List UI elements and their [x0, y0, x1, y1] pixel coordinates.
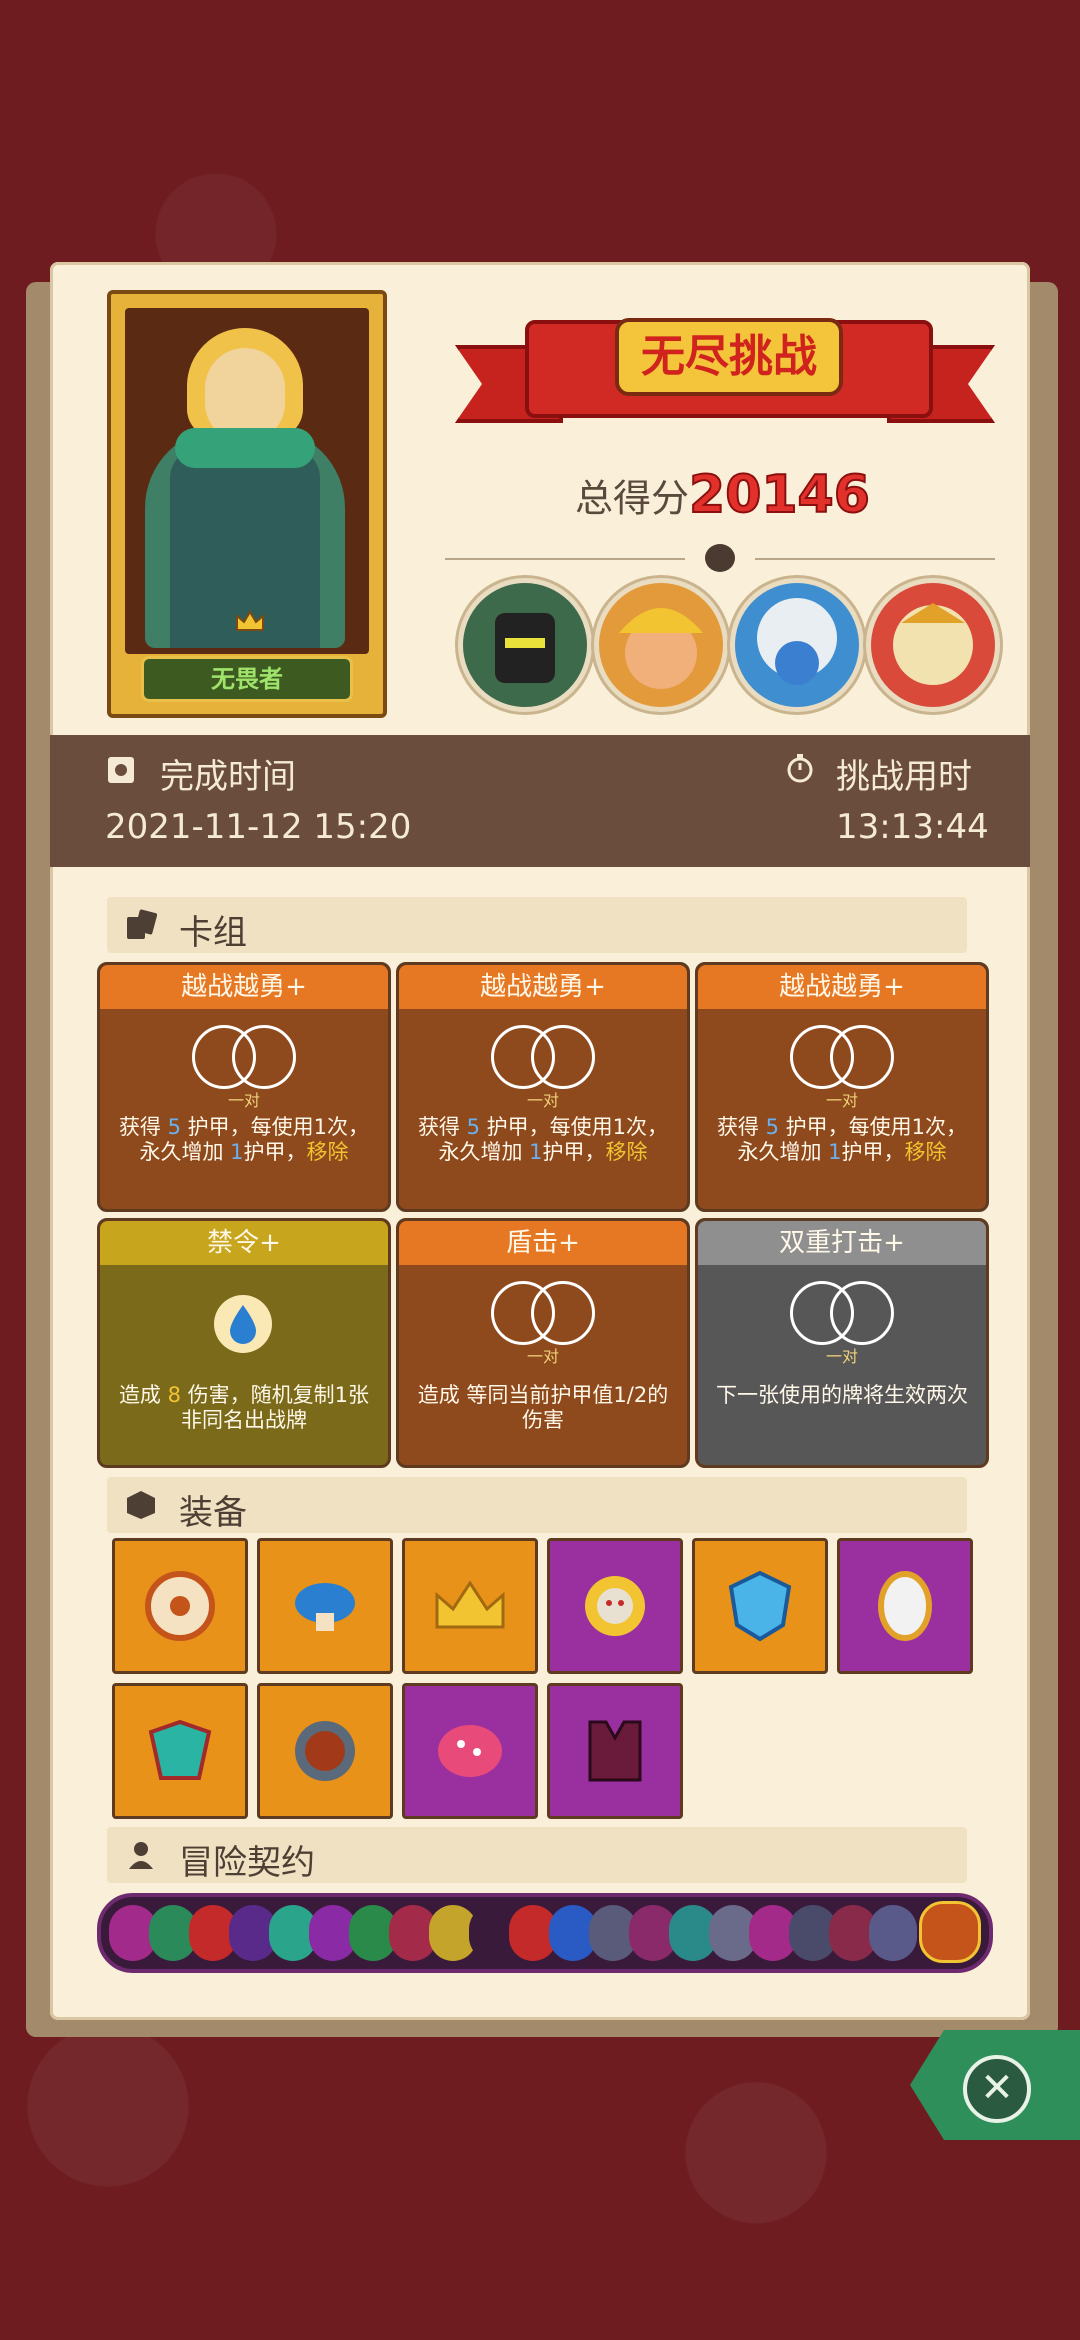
card-title: 双重打击+ [698, 1221, 986, 1265]
crystal-shield-icon [728, 1570, 792, 1642]
equip-slot-4[interactable] [547, 1538, 683, 1674]
card-title: 越战越勇+ [100, 965, 388, 1009]
hero-art [125, 308, 369, 654]
duration-value: 13:13:44 [836, 807, 989, 847]
card-desc: 下一张使用的牌将生效两次 [716, 1383, 968, 1407]
time-band: 完成时间 2021-11-12 15:20 挑战用时 13:13:44 [50, 735, 1030, 867]
boss-avatar-4[interactable] [866, 578, 1000, 712]
box-icon [127, 1491, 155, 1519]
knight-icon [495, 613, 555, 683]
card-desc: 获得 5 护甲，每使用1次，永久增加 1护甲，移除 [716, 1115, 968, 1164]
score-value: 20146 [688, 464, 871, 526]
deck-card-4[interactable]: 禁令+ 造成 8 伤害，随机复制1张非同名出战牌 [97, 1218, 391, 1468]
divider-right [755, 558, 995, 560]
equipment-section-header: 装备 [107, 1477, 967, 1533]
equip-slot-8[interactable] [257, 1683, 393, 1819]
contract-icon [869, 1905, 917, 1961]
pair-rings-icon [192, 1025, 296, 1089]
card-desc: 获得 5 护甲，每使用1次，永久增加 1护甲，移除 [118, 1115, 370, 1164]
crown-icon [236, 610, 264, 631]
score-label: 总得分 [575, 476, 690, 521]
card-pair: 一对 [825, 1347, 858, 1366]
mirror-icon [878, 1571, 932, 1641]
score-row: 总得分20146 [575, 464, 871, 535]
pair-rings-icon [491, 1281, 595, 1345]
card-desc: 获得 5 护甲，每使用1次，永久增加 1护甲，移除 [417, 1115, 669, 1164]
equip-slot-10[interactable] [547, 1683, 683, 1819]
card-title: 盾击+ [399, 1221, 687, 1265]
deck-label: 卡组 [179, 913, 247, 953]
equip-slot-7[interactable] [112, 1683, 248, 1819]
card-pair: 一对 [825, 1091, 858, 1110]
hero-scarf [175, 428, 315, 468]
armor-icon [148, 1719, 212, 1780]
buckler-icon [295, 1721, 355, 1781]
card-pair: 一对 [526, 1347, 559, 1366]
card-pair: 一对 [227, 1091, 260, 1110]
warrior-icon [619, 608, 703, 689]
vest-icon [588, 1720, 642, 1782]
deck-section-header: 卡组 [107, 897, 967, 953]
boss-avatar-3[interactable] [730, 578, 864, 712]
deck-card-6[interactable]: 双重打击+ 一对 下一张使用的牌将生效两次 [695, 1218, 989, 1468]
mushroom-icon [295, 1583, 355, 1631]
title-banner: 无尽挑战 [455, 300, 995, 450]
pair-rings-icon [790, 1025, 894, 1089]
equip-slot-5[interactable] [692, 1538, 828, 1674]
banner-title: 无尽挑战 [615, 318, 843, 396]
film-icon [108, 757, 134, 783]
boss-avatar-2[interactable] [594, 578, 728, 712]
crown-icon [435, 1580, 505, 1629]
equip-slot-6[interactable] [837, 1538, 973, 1674]
equip-slot-1[interactable] [112, 1538, 248, 1674]
pair-rings-icon [491, 1025, 595, 1089]
contract-emblem-icon [919, 1901, 981, 1963]
card-pair: 一对 [526, 1091, 559, 1110]
deck-card-2[interactable]: 越战越勇+ 一对 获得 5 护甲，每使用1次，永久增加 1护甲，移除 [396, 962, 690, 1212]
boss-avatar-1[interactable] [458, 578, 592, 712]
adventurer-icon [129, 1842, 153, 1869]
card-title: 禁令+ [100, 1221, 388, 1265]
pair-rings-icon [790, 1281, 894, 1345]
cards-icon [127, 909, 157, 939]
deck-card-1[interactable]: 越战越勇+ 一对 获得 5 护甲，每使用1次，永久增加 1护甲，移除 [97, 962, 391, 1212]
complete-time-label: 完成时间 [160, 757, 296, 797]
hero-portrait[interactable]: 无畏者 [107, 290, 387, 718]
skull-icon [705, 544, 735, 572]
yeti-icon [757, 598, 837, 685]
water-drop-icon [214, 1295, 272, 1353]
equipment-label: 装备 [179, 1493, 247, 1533]
card-desc: 造成 8 伤害，随机复制1张非同名出战牌 [118, 1383, 370, 1432]
deck-card-3[interactable]: 越战越勇+ 一对 获得 5 护甲，每使用1次，永久增加 1护甲，移除 [695, 962, 989, 1212]
deck-card-5[interactable]: 盾击+ 一对 造成 等同当前护甲值1/2的伤害 [396, 1218, 690, 1468]
hero-name: 无畏者 [141, 656, 353, 702]
pink-shell-icon [438, 1725, 502, 1777]
demon-icon [893, 603, 973, 685]
sun-mask-icon [585, 1576, 645, 1636]
divider-left [445, 558, 685, 560]
contract-label: 冒险契约 [179, 1843, 315, 1883]
card-title: 越战越勇+ [399, 965, 687, 1009]
equip-slot-9[interactable] [402, 1683, 538, 1819]
complete-time-value: 2021-11-12 15:20 [105, 807, 412, 847]
card-desc: 造成 等同当前护甲值1/2的伤害 [417, 1383, 669, 1432]
stopwatch-icon [787, 754, 813, 783]
card-title: 越战越勇+ [698, 965, 986, 1009]
equip-slot-2[interactable] [257, 1538, 393, 1674]
equip-slot-3[interactable] [402, 1538, 538, 1674]
contract-strip[interactable] [97, 1893, 993, 1973]
contract-section-header: 冒险契约 [107, 1827, 967, 1883]
close-icon[interactable]: ✕ [963, 2055, 1031, 2123]
duration-label: 挑战用时 [836, 757, 972, 797]
shield-ring-icon [145, 1571, 215, 1641]
